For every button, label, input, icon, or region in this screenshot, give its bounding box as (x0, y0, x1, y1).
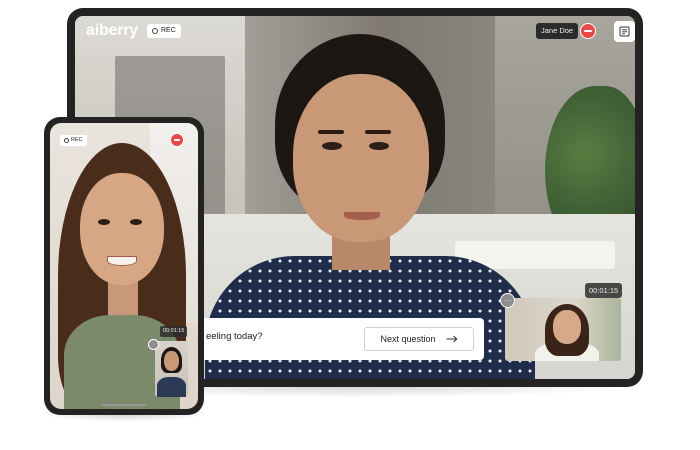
phone-self-view-options-button[interactable] (148, 339, 159, 350)
phone-participant-smile (107, 256, 137, 266)
participant-brow (365, 130, 391, 134)
self-view-video (505, 298, 621, 361)
phone-end-call-button[interactable] (170, 133, 184, 147)
phone-participant-eye (98, 219, 110, 225)
participant-eye (322, 142, 342, 150)
phone-self-view-face (164, 351, 179, 371)
phone-self-view-body (157, 377, 186, 397)
arrow-right-icon (446, 335, 458, 343)
phone-participant-face (80, 173, 164, 285)
participant-brow (318, 130, 344, 134)
end-call-icon (584, 30, 592, 32)
app-logo: aiberry (86, 22, 138, 39)
notes-button[interactable] (614, 21, 635, 42)
participant-name-badge: Jane Doe (536, 23, 579, 39)
notes-icon (619, 26, 630, 37)
phone-recording-badge: REC (60, 135, 87, 146)
participant-mouth (344, 212, 380, 220)
phone-home-indicator (102, 404, 146, 406)
end-call-button[interactable] (580, 23, 596, 39)
more-options-icon: ··· (503, 295, 512, 305)
end-call-icon (174, 139, 180, 141)
recording-badge: REC (147, 24, 181, 38)
next-question-button[interactable]: Next question (364, 327, 474, 351)
recording-label: REC (161, 27, 176, 34)
call-timer: 00:01:15 (585, 283, 623, 298)
phone-participant-eye (130, 219, 142, 225)
question-text: eeling today? (206, 331, 263, 342)
phone-recording-label: REC (71, 137, 83, 143)
record-icon (152, 28, 158, 34)
self-view-face (553, 310, 581, 344)
self-view-options-button[interactable]: ··· (500, 293, 515, 308)
record-icon (64, 138, 69, 143)
participant-eye (369, 142, 389, 150)
phone-call-timer: 00:01:15 (160, 326, 188, 337)
phone-self-view-video (155, 341, 188, 397)
next-question-label: Next question (380, 334, 436, 344)
